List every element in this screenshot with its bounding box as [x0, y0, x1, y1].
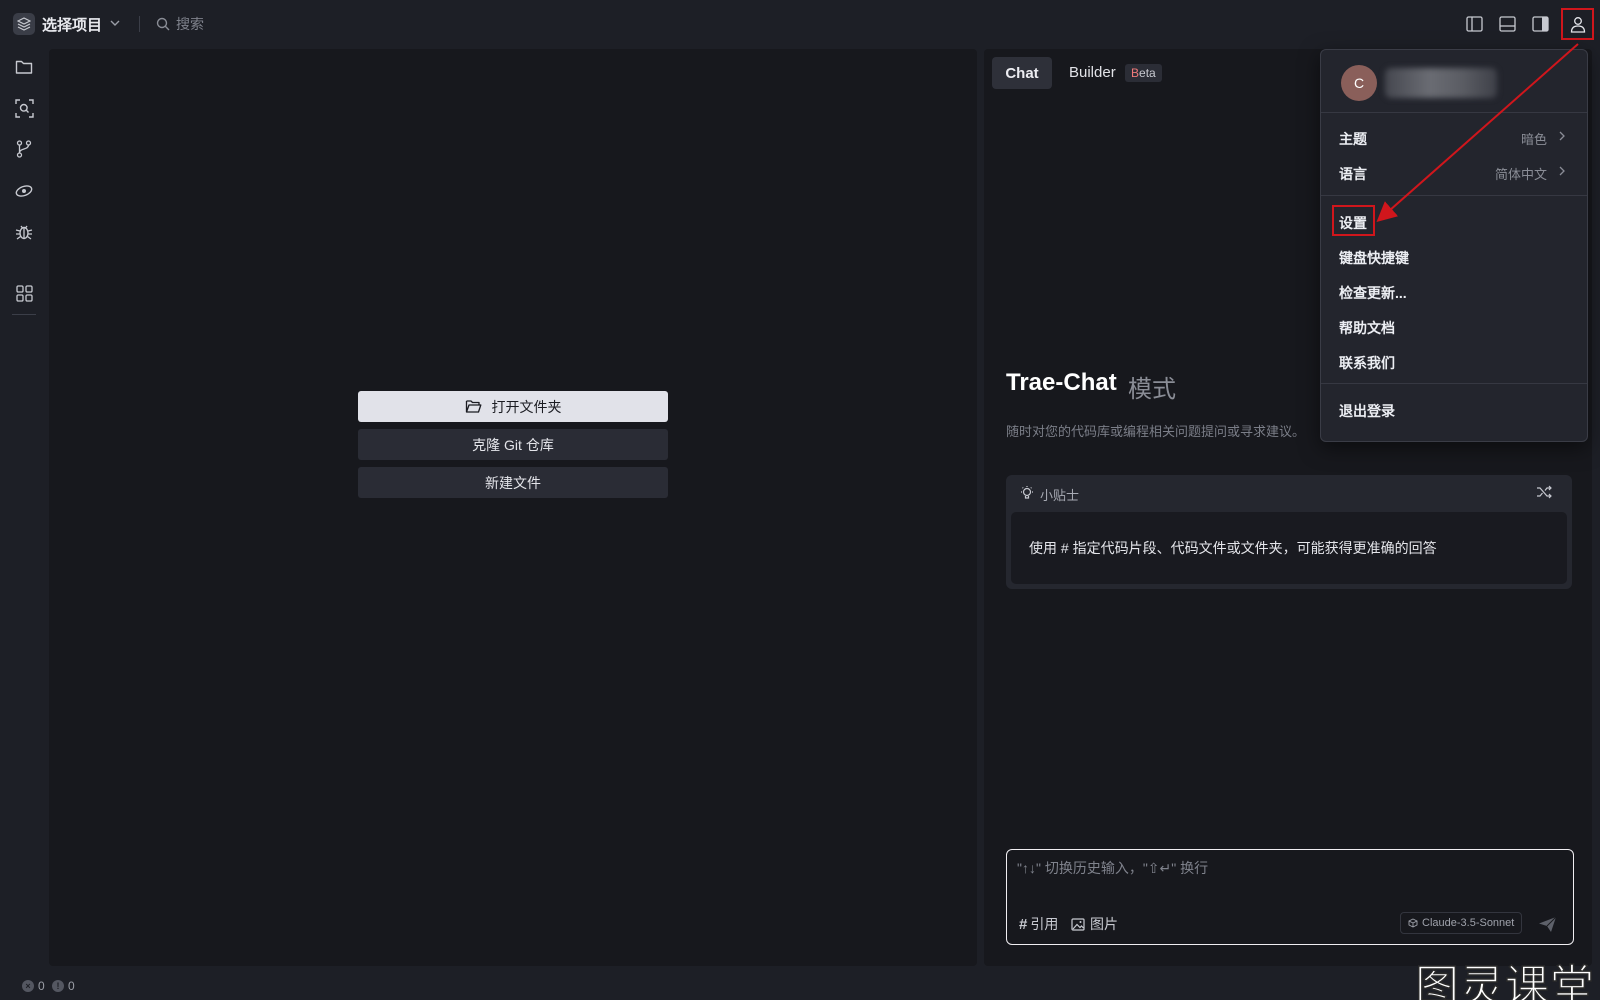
- tab-chat[interactable]: Chat: [992, 57, 1052, 89]
- open-folder-button[interactable]: 打开文件夹: [358, 391, 668, 422]
- tip-body: 使用 # 指定代码片段、代码文件或文件夹，可能获得更准确的回答: [1011, 512, 1567, 584]
- tab-builder[interactable]: Builder: [1069, 64, 1116, 81]
- activity-bar: [0, 48, 48, 972]
- clone-git-repo-button[interactable]: 克隆 Git 仓库: [358, 429, 668, 460]
- chat-input[interactable]: [1017, 858, 1565, 898]
- settings-highlight-box: [1332, 205, 1375, 236]
- debug-icon: [15, 225, 33, 240]
- search-scan-icon: [14, 98, 34, 118]
- menu-divider: [1321, 195, 1587, 196]
- explorer-button[interactable]: [13, 56, 35, 78]
- send-button[interactable]: [1535, 912, 1559, 936]
- username-blurred: [1385, 68, 1497, 98]
- avatar[interactable]: C: [1341, 65, 1377, 101]
- live-preview-button[interactable]: [13, 180, 35, 202]
- chat-input-box: # 引用 图片 Claude-3.5-Sonnet: [1006, 849, 1574, 945]
- beta-badge-rest: eta: [1139, 66, 1156, 80]
- menu-language-label: 语言: [1339, 166, 1367, 182]
- menu-item-contact-us[interactable]: 联系我们: [1339, 353, 1395, 373]
- layout-left-icon: [1465, 16, 1483, 32]
- beta-badge: Beta: [1125, 64, 1162, 82]
- error-count[interactable]: × 0: [22, 979, 45, 993]
- chevron-down-icon[interactable]: [108, 16, 122, 30]
- chevron-right-icon: [1559, 131, 1565, 141]
- hash-icon: #: [1019, 915, 1028, 933]
- chat-subtitle: 随时对您的代码库或编程相关问题提问或寻求建议。: [1006, 424, 1306, 439]
- image-label: 图片: [1090, 916, 1118, 932]
- warning-count[interactable]: ! 0: [52, 979, 75, 993]
- topbar-divider: [139, 16, 140, 32]
- user-menu: C 主题 暗色 语言 简体中文 设置 键盘快捷键 检查更新... 帮助文档 联系…: [1320, 49, 1588, 442]
- clone-git-repo-label: 克隆 Git 仓库: [472, 436, 554, 453]
- editor-area: 打开文件夹 克隆 Git 仓库 新建文件: [49, 49, 977, 966]
- image-icon: [1071, 917, 1085, 931]
- tip-label: 小贴士: [1040, 488, 1080, 503]
- menu-divider: [1321, 112, 1587, 113]
- menu-item-check-updates[interactable]: 检查更新...: [1339, 283, 1407, 303]
- toggle-bottom-panel-button[interactable]: [1495, 12, 1519, 36]
- lightbulb-icon: [1021, 486, 1033, 499]
- search-input[interactable]: [176, 13, 396, 35]
- menu-item-help-docs[interactable]: 帮助文档: [1339, 318, 1395, 338]
- menu-language-value: 简体中文: [1494, 167, 1547, 182]
- error-count-value: 0: [38, 979, 45, 993]
- source-control-icon: [16, 140, 32, 158]
- image-button[interactable]: 图片: [1071, 914, 1118, 934]
- live-preview-icon: [15, 185, 33, 197]
- watermark: 图灵课堂: [1414, 960, 1595, 1000]
- warning-icon: !: [52, 980, 64, 992]
- folder-icon: [15, 60, 33, 74]
- menu-item-keyboard-shortcuts[interactable]: 键盘快捷键: [1339, 248, 1409, 268]
- search-icon: [156, 17, 170, 31]
- open-folder-icon: [465, 400, 481, 413]
- project-layers-icon[interactable]: [13, 13, 35, 35]
- open-folder-label: 打开文件夹: [491, 398, 562, 415]
- source-control-button[interactable]: [13, 138, 35, 160]
- status-bar: × 0 ! 0: [0, 972, 1600, 1000]
- shuffle-icon[interactable]: [1536, 484, 1552, 500]
- menu-theme-value: 暗色: [1520, 132, 1547, 147]
- beta-badge-initial: B: [1131, 66, 1140, 80]
- model-selector[interactable]: Claude-3.5-Sonnet: [1400, 912, 1523, 934]
- new-file-button[interactable]: 新建文件: [358, 467, 668, 498]
- toggle-right-panel-button[interactable]: [1528, 12, 1552, 36]
- user-icon: [1570, 16, 1585, 33]
- menu-divider: [1321, 383, 1587, 384]
- send-icon: [1538, 916, 1556, 932]
- tip-card: 小贴士 使用 # 指定代码片段、代码文件或文件夹，可能获得更准确的回答: [1006, 475, 1572, 589]
- menu-item-logout[interactable]: 退出登录: [1339, 401, 1395, 421]
- chat-mode-title: Trae-Chat: [1006, 369, 1117, 396]
- warning-count-value: 0: [68, 979, 75, 993]
- search-scan-button[interactable]: [13, 97, 35, 119]
- chevron-right-icon: [1559, 166, 1565, 176]
- top-bar: 选择项目: [0, 0, 1600, 48]
- extensions-grid-icon: [15, 284, 33, 302]
- extensions-button[interactable]: [13, 282, 35, 304]
- reference-button[interactable]: # 引用: [1019, 914, 1058, 934]
- cube-icon: [1408, 918, 1418, 928]
- toggle-left-panel-button[interactable]: [1462, 12, 1486, 36]
- reference-label: 引用: [1030, 916, 1059, 932]
- layout-right-icon: [1531, 16, 1549, 32]
- new-file-label: 新建文件: [485, 474, 541, 491]
- debug-button[interactable]: [13, 221, 35, 243]
- project-selector-label[interactable]: 选择项目: [42, 14, 102, 35]
- chat-mode-suffix: 模式: [1128, 376, 1176, 403]
- user-account-button[interactable]: [1561, 8, 1594, 40]
- layout-bottom-icon: [1498, 16, 1516, 32]
- menu-theme-label: 主题: [1339, 131, 1367, 147]
- error-icon: ×: [22, 980, 34, 992]
- activity-divider: [12, 314, 36, 315]
- model-label: Claude-3.5-Sonnet: [1422, 917, 1515, 929]
